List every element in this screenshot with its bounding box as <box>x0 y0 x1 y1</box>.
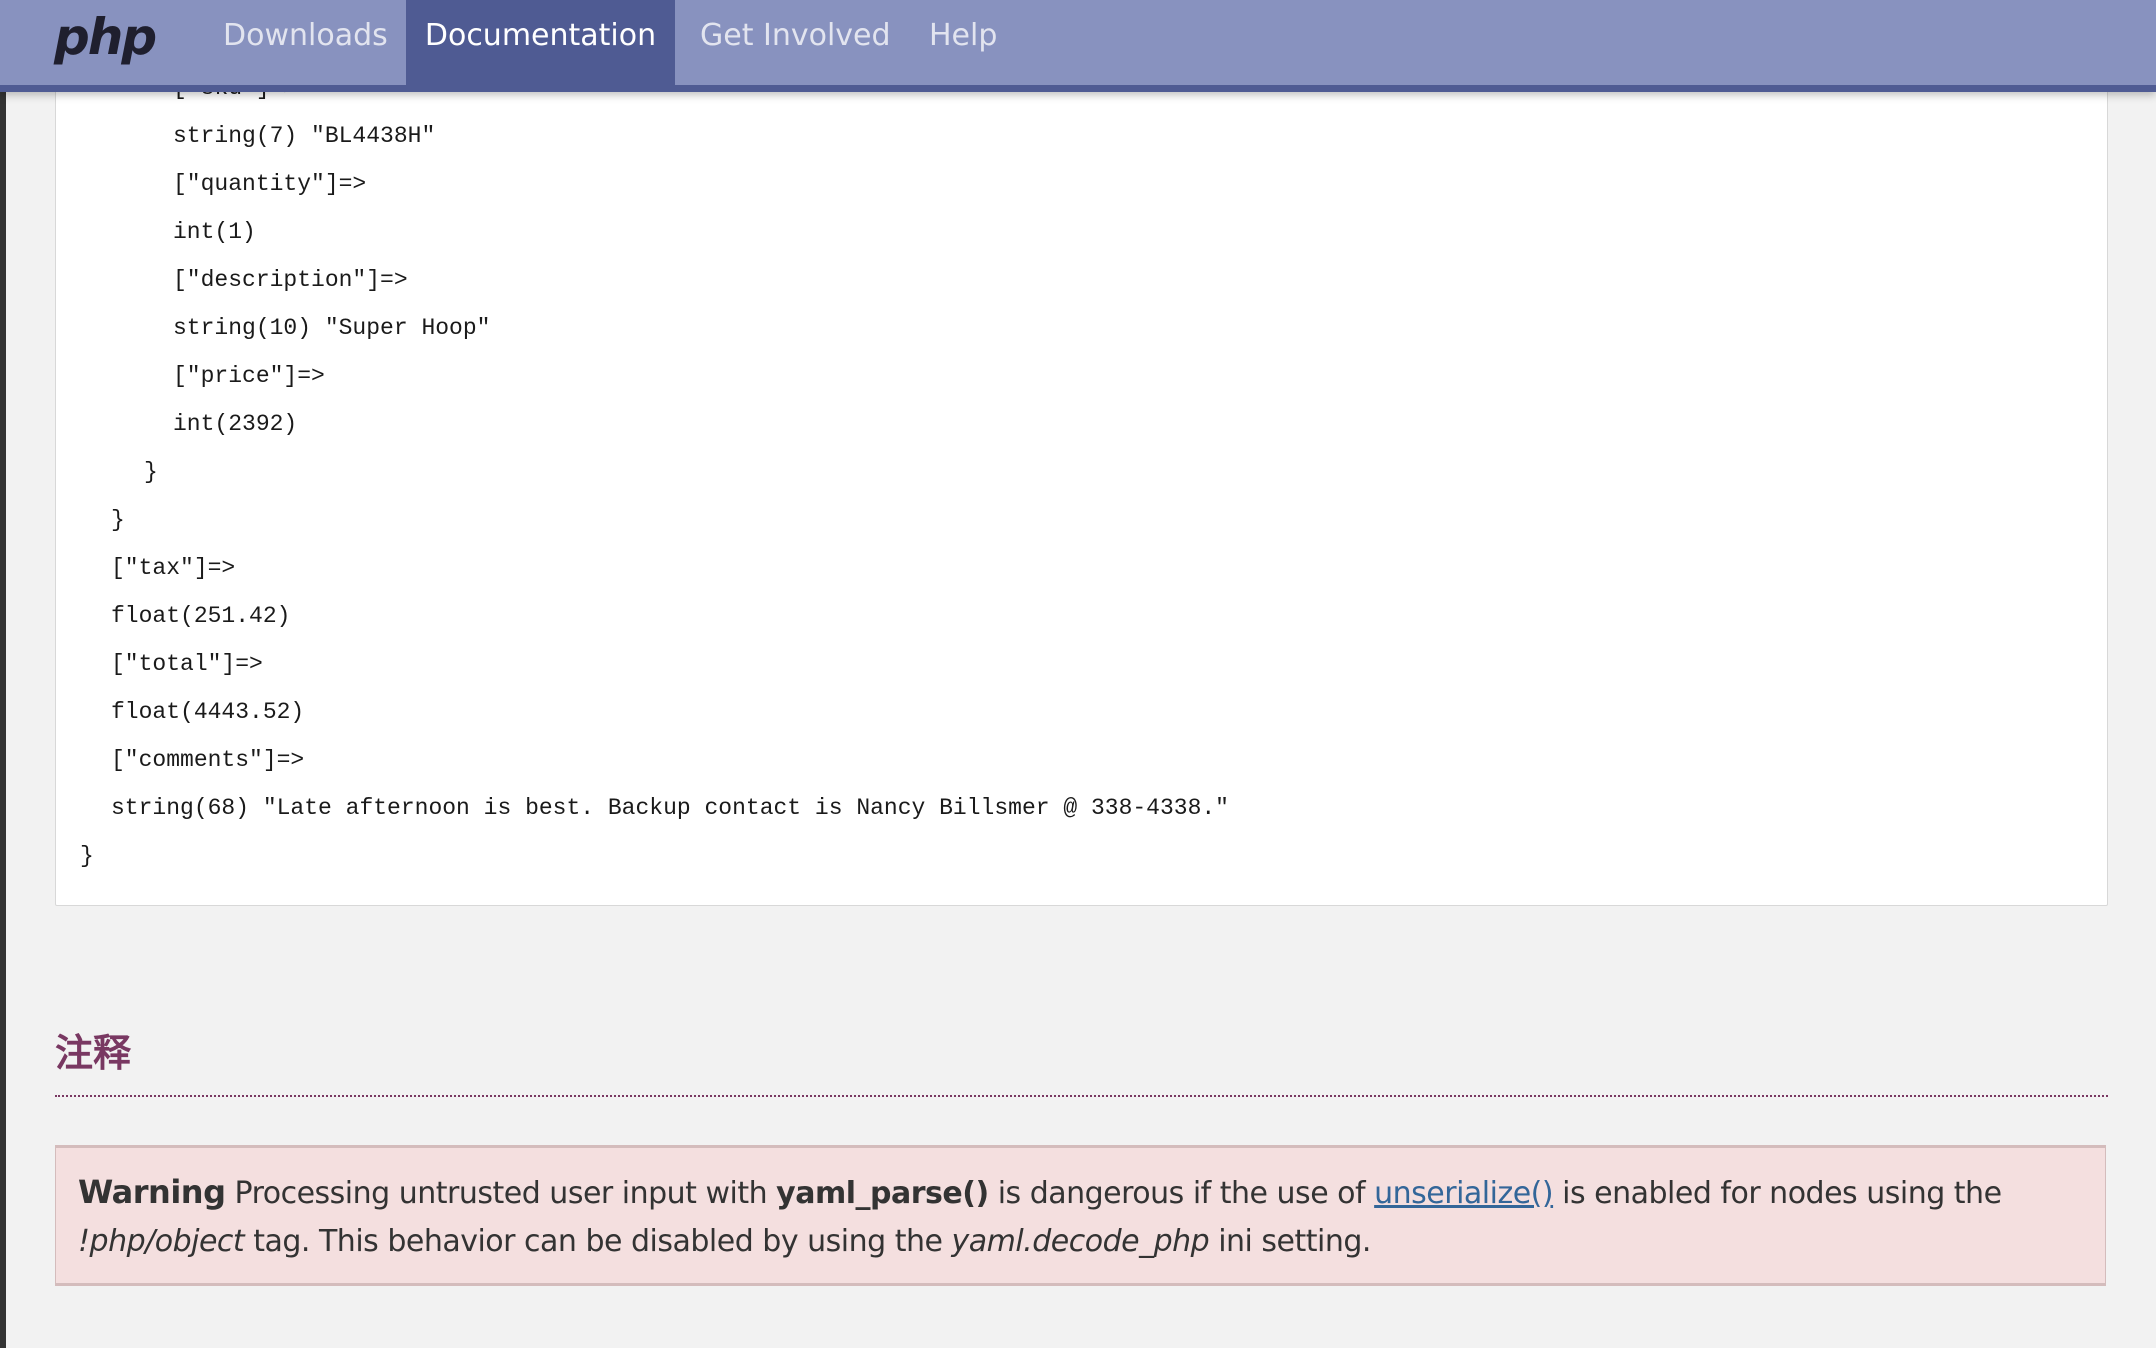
top-navigation: php Downloads Documentation Get Involved… <box>0 0 2156 92</box>
php-logo[interactable]: php <box>54 8 157 66</box>
code-line: string(10) "Super Hoop" <box>173 315 491 341</box>
code-line: float(4443.52) <box>111 699 305 725</box>
warning-text: tag. This behavior can be disabled by us… <box>244 1224 952 1259</box>
warning-label: Warning <box>78 1173 226 1211</box>
function-name: yaml_parse() <box>776 1176 989 1211</box>
code-line: float(251.42) <box>111 603 291 629</box>
notes-heading: 注释 <box>55 1031 132 1075</box>
warning-text: is enabled for nodes using the <box>1553 1176 2002 1211</box>
code-line: } <box>144 459 158 485</box>
code-line: ["description"]=> <box>173 267 408 293</box>
code-line: ["quantity"]=> <box>173 171 367 197</box>
nav-documentation[interactable]: Documentation <box>406 0 675 85</box>
code-line: string(7) "BL4438H" <box>173 123 436 149</box>
warning-text: Processing untrusted user input with <box>225 1176 777 1211</box>
unserialize-link[interactable]: unserialize() <box>1374 1176 1553 1211</box>
code-line: } <box>80 843 94 869</box>
code-line: int(2392) <box>173 411 298 437</box>
nav-get-involved[interactable]: Get Involved <box>683 0 908 85</box>
code-example-output: ["sku"]=>string(7) "BL4438H"["quantity"]… <box>55 40 2108 906</box>
php-object-tag: !php/object <box>78 1224 245 1259</box>
code-line: ["total"]=> <box>111 651 263 677</box>
warning-text: is dangerous if the use of <box>988 1176 1375 1211</box>
ini-setting-name: yaml.decode_php <box>951 1224 1210 1259</box>
warning-text: ini setting. <box>1209 1224 1371 1259</box>
code-line: string(68) "Late afternoon is best. Back… <box>111 795 1229 821</box>
code-line: } <box>111 507 125 533</box>
heading-divider <box>55 1095 2108 1097</box>
code-line: int(1) <box>173 219 256 245</box>
nav-help[interactable]: Help <box>912 0 1014 85</box>
code-line: ["comments"]=> <box>111 747 305 773</box>
nav-downloads[interactable]: Downloads <box>206 0 405 85</box>
warning-box: Warning Processing untrusted user input … <box>55 1145 2106 1286</box>
code-line: ["tax"]=> <box>111 555 236 581</box>
left-edge <box>0 0 6 1348</box>
code-line: ["price"]=> <box>173 363 325 389</box>
